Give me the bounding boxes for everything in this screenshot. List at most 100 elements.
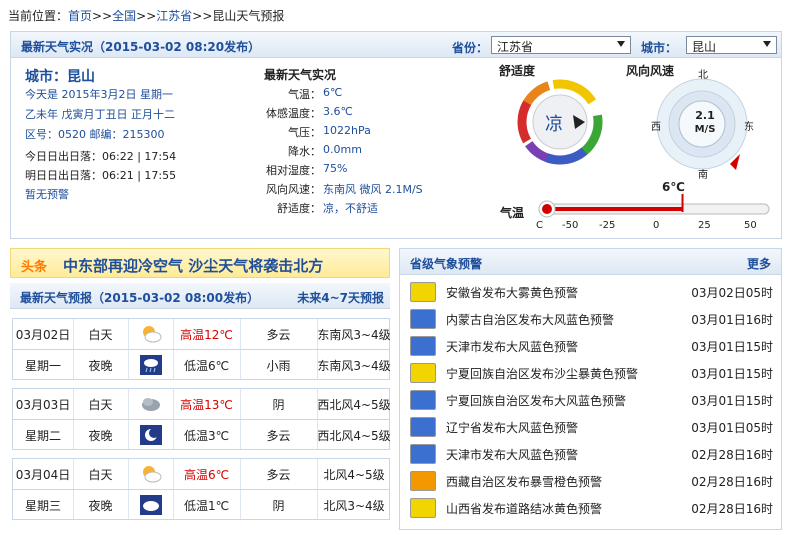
alerts-title: 省级气象预警 — [410, 257, 483, 271]
observation-key: 气压： — [288, 126, 321, 139]
alert-item[interactable]: 宁夏回族自治区发布大风蓝色预警 03月01日15时 — [410, 388, 775, 412]
forecast-weekday: 星期二 — [24, 428, 61, 443]
alert-link[interactable]: 安徽省发布大雾黄色预警 — [446, 284, 578, 301]
observation-row: 气压： 1022hPa — [243, 124, 483, 140]
alert-link[interactable]: 宁夏回族自治区发布沙尘暴黄色预警 — [446, 365, 638, 382]
forecast-wind: 北风3~4级 — [323, 498, 385, 513]
province-select[interactable]: 江苏省 — [491, 36, 631, 54]
observation-key: 舒适度： — [277, 202, 321, 215]
breadcrumb-country-link[interactable]: 全国 — [112, 9, 136, 23]
alert-icon — [410, 336, 436, 356]
forecast-icon-cell — [128, 459, 173, 489]
forecast-title: 最新天气预报（2015-03-02 08:00发布） — [20, 291, 260, 305]
sun-tomorrow: 明日日出日落：06:21 | 17:55 — [25, 169, 177, 182]
observation-row: 相对湿度： 75% — [243, 162, 483, 178]
temp-tick-label: 25 — [698, 220, 711, 231]
alert-time: 03月01日15时 — [691, 367, 773, 381]
alert-icon — [410, 363, 436, 383]
chevron-down-icon — [617, 41, 625, 47]
alert-item[interactable]: 安徽省发布大雾黄色预警 03月02日05时 — [410, 280, 775, 304]
forecast-date: 03月02日 — [15, 327, 71, 342]
headline-tag: 头条 — [21, 260, 48, 275]
wind-speed-unit: M/S — [694, 124, 716, 135]
city-heading: 城市：昆山 — [25, 69, 95, 85]
alert-item[interactable]: 内蒙古自治区发布大风蓝色预警 03月01日16时 — [410, 307, 775, 331]
alert-link[interactable]: 辽宁省发布大风蓝色预警 — [446, 419, 578, 436]
alerts-header: 省级气象预警 更多 — [400, 249, 781, 275]
forecast-wx: 小雨 — [266, 358, 291, 373]
moon-cloud-icon — [139, 425, 162, 445]
alert-link[interactable]: 天津市发布大风蓝色预警 — [446, 446, 578, 463]
observation-row: 降水： 0.0mm — [243, 143, 483, 159]
alert-link[interactable]: 天津市发布大风蓝色预警 — [446, 338, 578, 355]
province-label: 省份： — [452, 41, 489, 55]
observation-value: 1022hPa — [323, 124, 371, 137]
sun-today: 今日日出日落：06:22 | 17:54 — [25, 150, 177, 163]
observation-row: 气温： 6℃ — [243, 86, 483, 102]
rain-night-icon — [139, 355, 162, 375]
observation-key: 风向风速： — [266, 183, 321, 196]
forecast-day: 03月04日 白天 高温6℃ 多云 北风4~5级 星期三 夜晚 低温1℃ 阴 北风3~4级 — [12, 458, 390, 520]
alert-time: 02月28日16时 — [691, 475, 773, 489]
forecast-wind: 东南风3~4级 — [317, 358, 391, 373]
chevron-down-icon — [763, 41, 771, 47]
observation-row: 风向风速： 东南风 微风 2.1M/S — [243, 181, 483, 197]
alert-time: 03月01日15时 — [691, 394, 773, 408]
observation-value: 0.0mm — [323, 143, 362, 156]
obs-heading: 最新天气实况 — [264, 68, 337, 82]
forecast-wind: 西北风4~5级 — [317, 397, 391, 412]
forecast-icon-cell — [128, 350, 173, 380]
province-select-value: 江苏省 — [497, 40, 534, 54]
temp-title: 气温 — [500, 206, 525, 220]
alert-time: 03月01日05时 — [691, 421, 773, 435]
alerts-more-link[interactable]: 更多 — [747, 255, 771, 272]
forecast-temp: 高温13℃ — [180, 397, 233, 412]
temp-tick-label: 0 — [653, 220, 660, 231]
breadcrumb-home-link[interactable]: 首页 — [68, 9, 92, 23]
forecast-day: 03月02日 白天 高温12℃ 多云 东南风3~4级 星期一 夜晚 低温6℃ 小雨 东南风3~4级 — [12, 318, 391, 380]
warning-link[interactable]: 暂无预警 — [25, 186, 69, 202]
alert-item[interactable]: 天津市发布大风蓝色预警 03月01日15时 — [410, 334, 775, 358]
forecast-label: 白天 — [88, 397, 113, 412]
alert-time: 02月28日16时 — [691, 502, 773, 516]
observation-key: 降水： — [288, 145, 321, 158]
forecast-more-link[interactable]: 未来4~7天预报 — [297, 289, 384, 306]
forecast-temp: 高温12℃ — [180, 327, 233, 342]
headline-banner: 头条 中东部再迎冷空气 沙尘天气将袭击北方 — [10, 248, 390, 278]
alert-item[interactable]: 天津市发布大风蓝色预警 02月28日16时 — [410, 442, 775, 466]
observation-row: 舒适度： 凉，不舒适 — [243, 200, 483, 216]
alert-icon — [410, 471, 436, 491]
forecast-icon-cell — [128, 389, 173, 419]
alert-icon — [410, 444, 436, 464]
breadcrumb-sep: >> — [136, 9, 157, 23]
alert-item[interactable]: 山西省发布道路结冰黄色预警 02月28日16时 — [410, 496, 775, 520]
breadcrumb-province-link[interactable]: 江苏省 — [156, 9, 192, 23]
alert-item[interactable]: 辽宁省发布大风蓝色预警 03月01日05时 — [410, 415, 775, 439]
observation-value: 凉，不舒适 — [323, 202, 378, 215]
forecast-header: 最新天气预报（2015-03-02 08:00发布） 未来4~7天预报 — [10, 283, 390, 309]
forecast-wind: 东南风3~4级 — [317, 327, 391, 342]
alert-icon — [410, 498, 436, 518]
alert-link[interactable]: 内蒙古自治区发布大风蓝色预警 — [446, 311, 614, 328]
forecast-label: 夜晚 — [88, 498, 113, 513]
alert-item[interactable]: 宁夏回族自治区发布沙尘暴黄色预警 03月01日15时 — [410, 361, 775, 385]
forecast-icon-cell — [128, 420, 173, 450]
breadcrumb: 当前位置：首页>>全国>>江苏省>>昆山天气预报 — [8, 7, 284, 24]
city-select[interactable]: 昆山 — [686, 36, 777, 54]
headline-link[interactable]: 中东部再迎冷空气 沙尘天气将袭击北方 — [63, 255, 323, 276]
forecast-label: 夜晚 — [88, 428, 113, 443]
alerts-panel: 省级气象预警 更多 安徽省发布大雾黄色预警 03月02日05时 内蒙古自治区发布大风… — [399, 248, 782, 530]
forecast-weekday: 星期三 — [24, 498, 61, 513]
observation-value: 东南风 微风 2.1M/S — [323, 183, 423, 196]
alert-link[interactable]: 宁夏回族自治区发布大风蓝色预警 — [446, 392, 626, 409]
compass-south: 南 — [698, 170, 708, 181]
forecast-day: 03月03日 白天 高温13℃ 阴西北风4~5级 星期二 夜晚 低温3℃ 多云 西北风4~5级 — [12, 388, 391, 450]
observation-key: 相对湿度： — [266, 164, 321, 177]
forecast-wind: 西北风4~5级 — [317, 428, 391, 443]
lunar-date: 乙未年 戊寅月丁丑日 正月十二 — [25, 108, 175, 121]
city-select-value: 昆山 — [692, 40, 717, 54]
alert-item[interactable]: 西藏自治区发布暴雪橙色预警 02月28日16时 — [410, 469, 775, 493]
alert-link[interactable]: 山西省发布道路结冰黄色预警 — [446, 500, 602, 517]
alert-link[interactable]: 西藏自治区发布暴雪橙色预警 — [446, 473, 602, 490]
cloudy-night-icon — [139, 495, 162, 515]
